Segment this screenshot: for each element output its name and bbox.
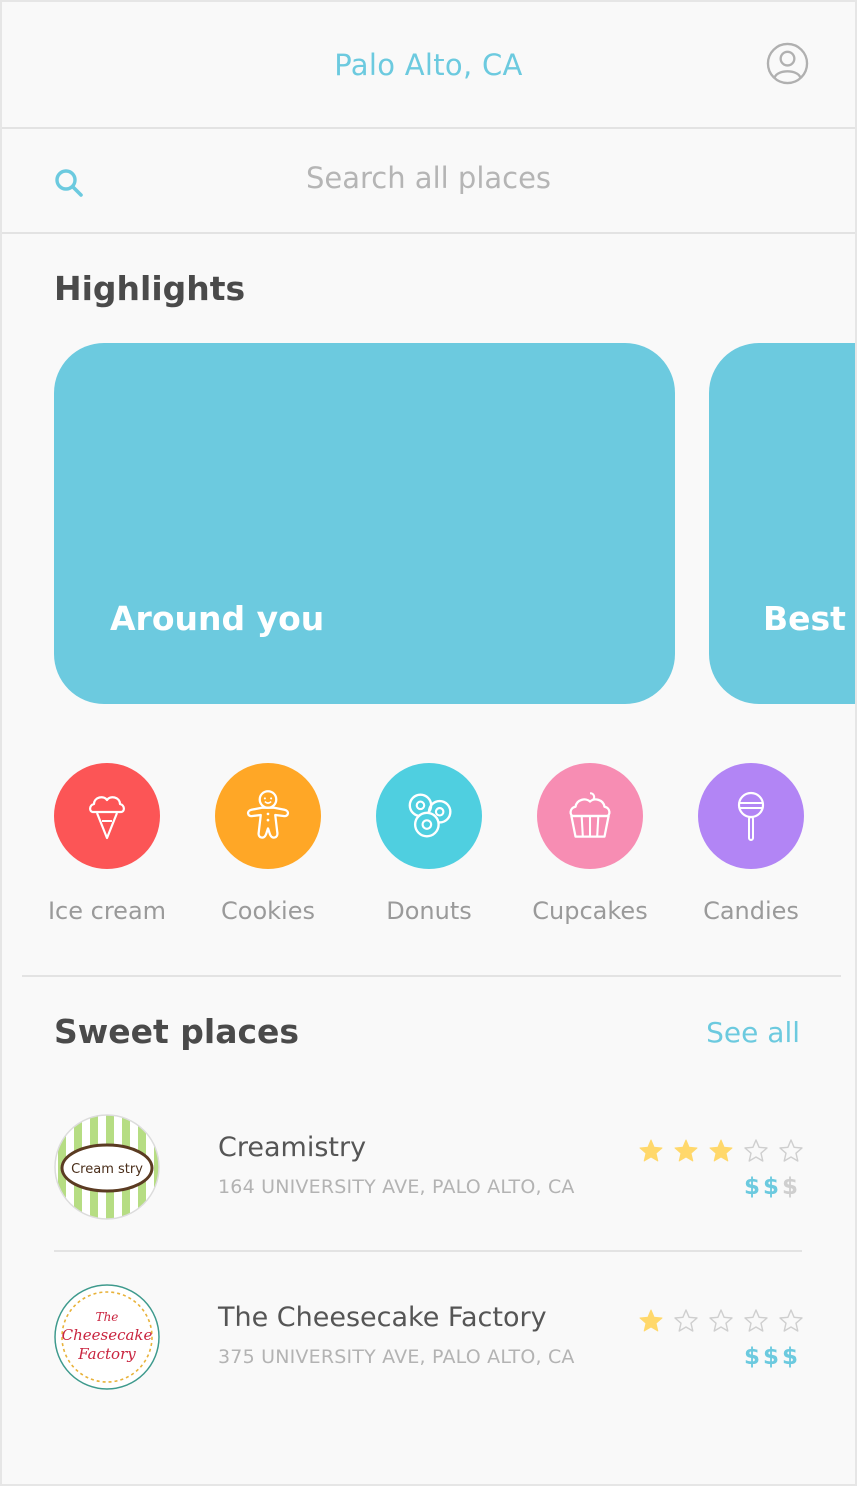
donuts-icon <box>408 793 452 838</box>
category-ice-cream[interactable]: Ice cream <box>48 763 166 925</box>
star-filled-icon <box>639 1309 663 1332</box>
place-address: 164 UNIVERSITY AVE, PALO ALTO, CA <box>218 1176 575 1198</box>
star-empty-icon <box>744 1139 768 1162</box>
svg-text:Factory: Factory <box>77 1345 136 1363</box>
category-label: Cupcakes <box>532 897 648 925</box>
price-symbol: $ <box>781 1344 801 1370</box>
category-label: Ice cream <box>47 897 167 925</box>
highlight-card-label: Best ra <box>763 599 855 638</box>
price-symbol: $ <box>781 1174 801 1200</box>
location-selector[interactable]: Palo Alto, CA <box>2 48 855 82</box>
gingerbread-icon <box>246 790 290 839</box>
sweet-places-title: Sweet places <box>54 1012 300 1051</box>
place-address: 375 UNIVERSITY AVE, PALO ALTO, CA <box>218 1346 575 1368</box>
app-screen: Palo Alto, CA Search all places Highligh… <box>0 0 857 1486</box>
price-symbol: $ <box>762 1174 782 1200</box>
star-empty-icon <box>674 1309 698 1332</box>
ice-cream-icon <box>89 796 125 840</box>
search-input[interactable]: Search all places <box>2 161 855 195</box>
highlight-card-around-you[interactable]: Around you <box>54 343 675 704</box>
star-empty-icon <box>709 1309 733 1332</box>
price-symbol: $ <box>743 1344 763 1370</box>
top-bar: Palo Alto, CA <box>2 2 855 129</box>
category-label: Candies <box>703 897 799 925</box>
star-empty-icon <box>744 1309 768 1332</box>
price-level: $$$ <box>744 1174 801 1200</box>
svg-text:Cheesecake: Cheesecake <box>62 1326 153 1344</box>
place-name: The Cheesecake Factory <box>218 1302 547 1333</box>
cupcake-icon <box>569 792 611 838</box>
svg-text:The: The <box>96 1310 119 1324</box>
star-filled-icon <box>639 1139 663 1162</box>
highlight-card-label: Around you <box>110 599 325 638</box>
price-level: $$$ <box>744 1344 801 1370</box>
see-all-link[interactable]: See all <box>706 1016 800 1049</box>
price-symbol: $ <box>743 1174 763 1200</box>
star-filled-icon <box>709 1139 733 1162</box>
creamistry-logo-text: Cream stry <box>71 1162 143 1177</box>
search-bar[interactable]: Search all places <box>2 129 855 234</box>
highlights-title: Highlights <box>54 269 246 308</box>
rating-stars <box>638 1138 804 1164</box>
highlight-card-best-rated[interactable]: Best ra <box>709 343 855 704</box>
category-label: Cookies <box>221 897 315 925</box>
star-empty-icon <box>779 1139 803 1162</box>
category-circle <box>698 763 804 869</box>
lollipop-icon <box>737 791 765 841</box>
price-symbol: $ <box>762 1344 782 1370</box>
category-circle <box>215 763 321 869</box>
category-candies[interactable]: Candies <box>698 763 804 925</box>
rating-stars <box>638 1308 804 1334</box>
category-label: Donuts <box>386 897 472 925</box>
list-divider <box>54 1250 802 1252</box>
creamistry-logo: Cream stry <box>54 1114 160 1220</box>
category-cookies[interactable]: Cookies <box>215 763 321 925</box>
place-item-cheesecake-factory[interactable]: The Cheesecake Factory The Cheesecake Fa… <box>54 1284 804 1390</box>
section-divider <box>22 975 841 977</box>
category-circle <box>54 763 160 869</box>
user-circle-icon[interactable] <box>766 42 809 85</box>
cheesecake-factory-logo: The Cheesecake Factory <box>54 1284 160 1390</box>
star-filled-icon <box>674 1139 698 1162</box>
category-circle <box>537 763 643 869</box>
category-donuts[interactable]: Donuts <box>376 763 482 925</box>
place-name: Creamistry <box>218 1132 367 1163</box>
star-empty-icon <box>779 1309 803 1332</box>
place-item-creamistry[interactable]: Cream stry Creamistry 164 UNIVERSITY AVE… <box>54 1114 804 1220</box>
category-cupcakes[interactable]: Cupcakes <box>532 763 648 925</box>
category-circle <box>376 763 482 869</box>
